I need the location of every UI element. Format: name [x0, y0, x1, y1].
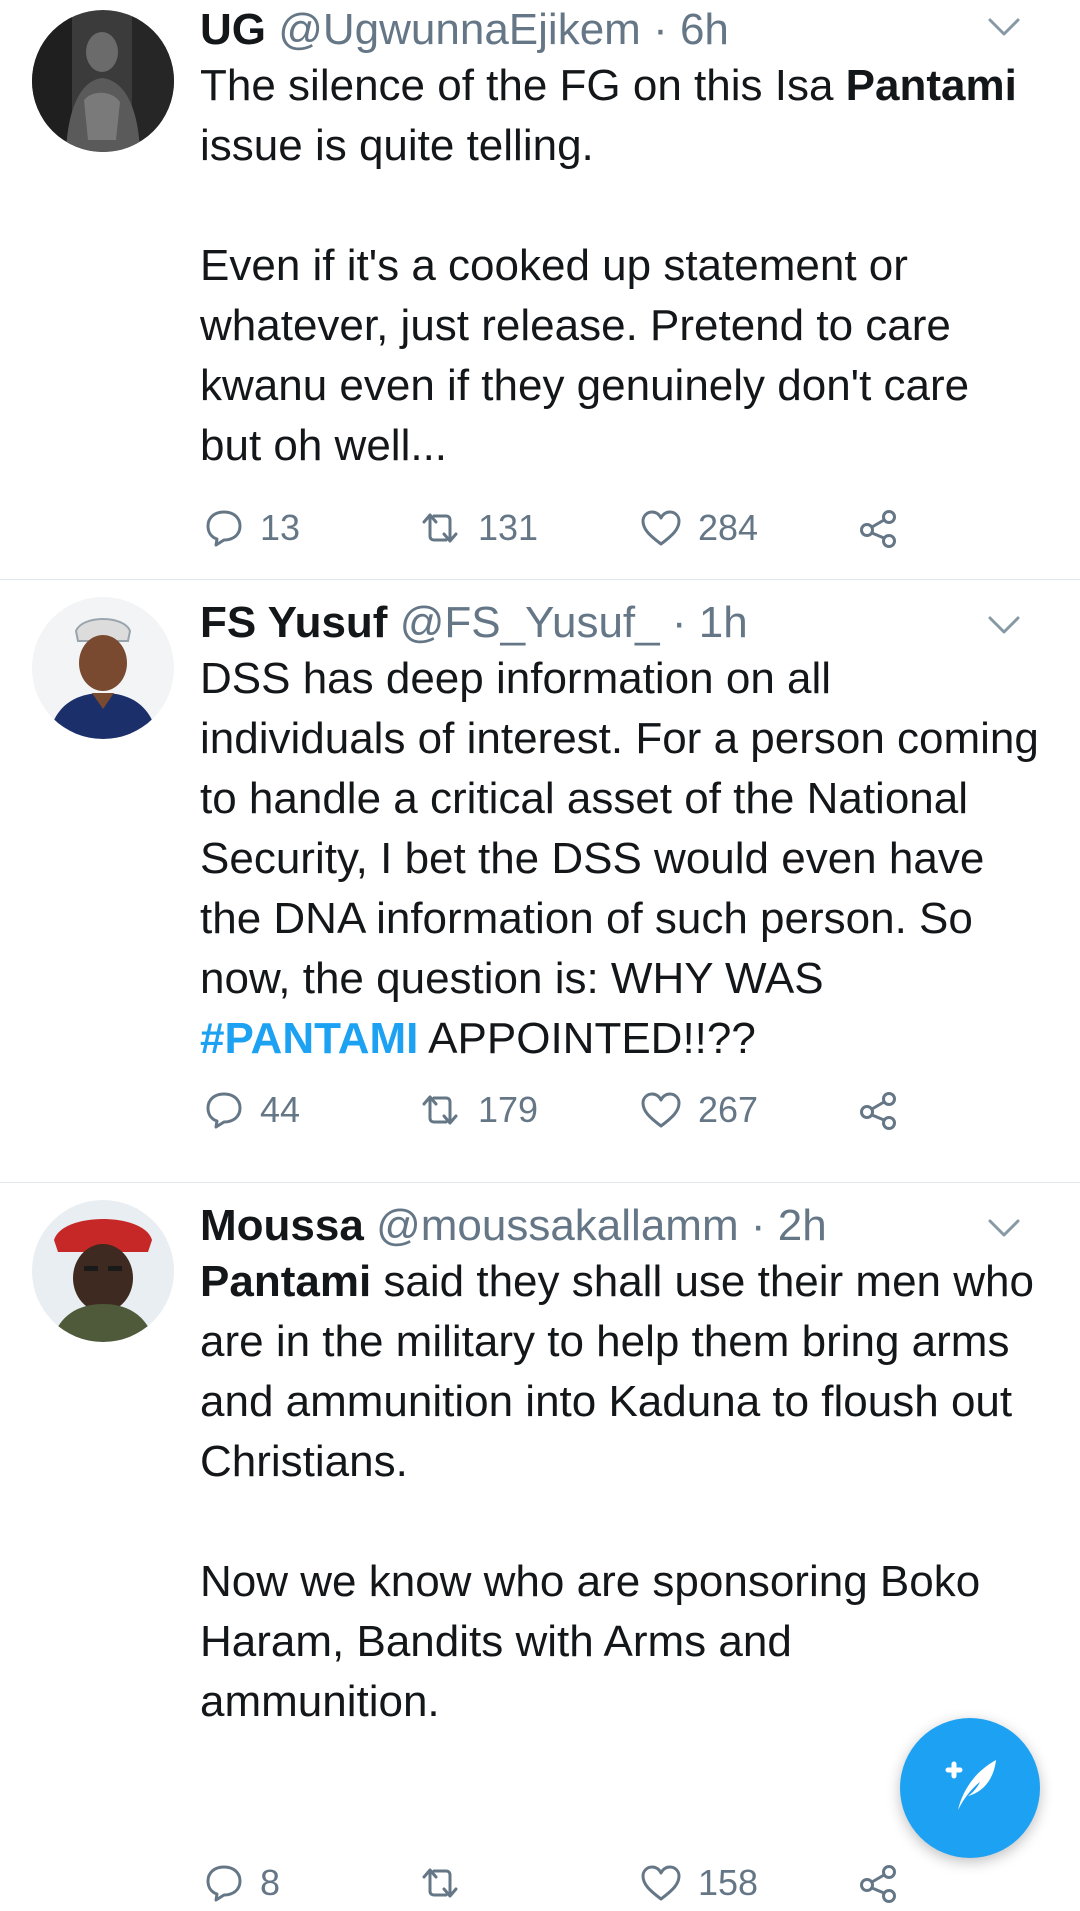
retweet-icon — [422, 1868, 458, 1898]
like-button[interactable]: 158 — [640, 1855, 758, 1911]
reply-count: 8 — [260, 1862, 281, 1903]
author-name[interactable]: Moussa — [200, 1201, 364, 1250]
tweet-paragraph: Even if it's a cooked up statement or wh… — [200, 241, 970, 470]
chevron-down-icon[interactable] — [986, 612, 1022, 640]
text-segment: APPOINTED!!?? — [418, 1014, 756, 1063]
retweet-button[interactable]: 179 — [418, 1082, 538, 1138]
avatar[interactable] — [32, 10, 174, 152]
tweet-text: DSS has deep information on all individu… — [200, 649, 1040, 1069]
share-icon — [860, 1865, 896, 1903]
like-count: 158 — [698, 1862, 759, 1903]
retweet-button[interactable]: 131 — [418, 500, 538, 556]
like-count: 267 — [698, 1089, 759, 1130]
text-segment: DSS has deep information on all individu… — [200, 654, 1039, 1003]
share-button[interactable] — [858, 500, 900, 556]
text-segment: The silence of the FG on this Isa — [200, 61, 846, 110]
author-handle[interactable]: @FS_Yusuf_ — [400, 598, 660, 647]
tweet-paragraph: Now we know who are sponsoring Boko Hara… — [200, 1557, 981, 1726]
tweet[interactable]: Moussa @moussakallamm · 2h Pantami said … — [0, 1183, 1080, 1903]
retweet-count: 131 — [478, 507, 539, 548]
reply-count: 44 — [260, 1089, 301, 1130]
timestamp[interactable]: 2h — [778, 1201, 827, 1250]
separator: · — [671, 598, 687, 647]
separator: · — [750, 1201, 766, 1250]
timestamp[interactable]: 6h — [680, 5, 729, 54]
tweet-header: UG @UgwunnaEjikem · 6h — [200, 4, 1040, 56]
tweet-paragraph: DSS has deep information on all individu… — [200, 649, 1040, 1069]
avatar[interactable] — [32, 1200, 174, 1342]
tweet-actions: 8 158 — [200, 1855, 1080, 1911]
chevron-down-icon[interactable] — [986, 14, 1022, 42]
compose-tweet-button[interactable] — [900, 1718, 1040, 1858]
separator: · — [653, 5, 668, 54]
tweet-paragraph: The silence of the FG on this Isa Pantam… — [200, 56, 1040, 176]
tweet-text: Pantami said they shall use their men wh… — [200, 1252, 1040, 1732]
reply-bubble-icon — [206, 1092, 242, 1129]
retweet-button[interactable] — [418, 1855, 478, 1911]
tweet[interactable]: UG @UgwunnaEjikem · 6h The silence of th… — [0, 0, 1080, 580]
retweet-icon — [422, 513, 458, 543]
reply-button[interactable]: 13 — [204, 500, 300, 556]
reply-bubble-icon — [206, 510, 242, 547]
share-icon — [860, 1092, 896, 1130]
heart-icon — [641, 1092, 681, 1128]
bold-text: Pantami — [200, 1257, 372, 1306]
author-handle[interactable]: @UgwunnaEjikem — [278, 5, 641, 54]
like-button[interactable]: 284 — [640, 500, 758, 556]
compose-tweet-icon — [945, 1760, 996, 1810]
avatar[interactable] — [32, 597, 174, 739]
tweet-header: FS Yusuf @FS_Yusuf_ · 1h — [200, 597, 1040, 649]
heart-icon — [641, 510, 681, 546]
share-button[interactable] — [858, 1855, 900, 1911]
author-handle[interactable]: @moussakallamm — [376, 1201, 739, 1250]
tweet-text: The silence of the FG on this Isa Pantam… — [200, 56, 1040, 476]
tweet[interactable]: FS Yusuf @FS_Yusuf_ · 1h DSS has deep in… — [0, 580, 1080, 1183]
tweet-actions: 44 179 267 — [200, 1082, 1080, 1138]
heart-icon — [641, 1865, 681, 1901]
like-count: 284 — [698, 507, 759, 548]
tweet-paragraph: Pantami said they shall use their men wh… — [200, 1252, 1040, 1492]
reply-count: 13 — [260, 507, 301, 548]
retweet-icon — [422, 1095, 458, 1125]
like-button[interactable]: 267 — [640, 1082, 758, 1138]
bold-text: Pantami — [845, 61, 1017, 110]
share-icon — [860, 510, 896, 548]
retweet-count: 179 — [478, 1089, 539, 1130]
hashtag-link[interactable]: #PANTAMI — [200, 1014, 418, 1063]
author-name[interactable]: UG — [200, 5, 266, 54]
tweet-actions: 13 131 284 — [200, 500, 1080, 556]
timestamp[interactable]: 1h — [699, 598, 748, 647]
tweet-header: Moussa @moussakallamm · 2h — [200, 1200, 1040, 1252]
author-name[interactable]: FS Yusuf — [200, 598, 387, 647]
reply-bubble-icon — [206, 1865, 242, 1902]
chevron-down-icon[interactable] — [986, 1215, 1022, 1243]
share-button[interactable] — [858, 1082, 900, 1138]
reply-button[interactable]: 8 — [204, 1855, 280, 1911]
reply-button[interactable]: 44 — [204, 1082, 300, 1138]
text-segment: issue is quite telling. — [200, 121, 594, 170]
